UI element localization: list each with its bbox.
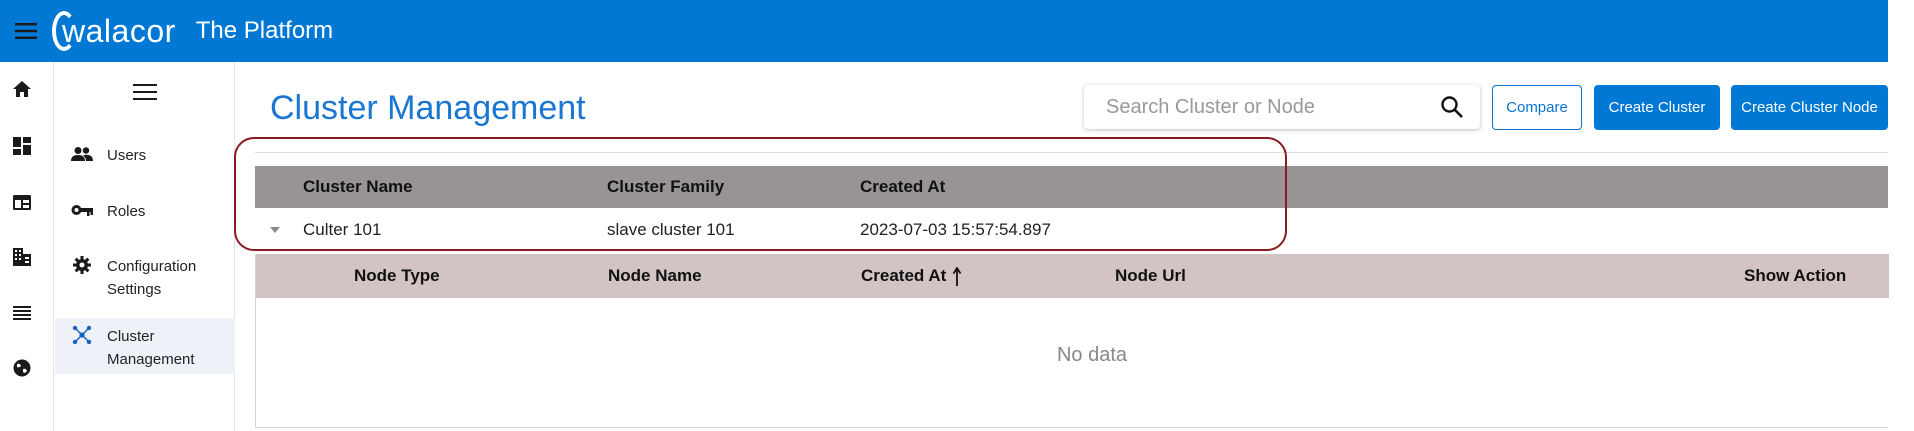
web-icon [13, 194, 31, 210]
rail-item-dashboard[interactable] [11, 135, 33, 157]
sidebar-item-label: Users [107, 147, 147, 164]
column-header-created-at[interactable]: Created At [860, 166, 945, 208]
search-box [1084, 85, 1480, 129]
hamburger-icon [15, 23, 37, 39]
page-title: Cluster Management [270, 89, 586, 127]
sidebar-item-users[interactable]: Users [55, 144, 235, 178]
main-menu-button[interactable] [0, 0, 52, 62]
node-table: Node Type Node Name Created At Node Url … [255, 254, 1889, 428]
search-input[interactable] [1106, 95, 1426, 119]
business-icon [13, 248, 31, 266]
search-icon[interactable] [1440, 95, 1464, 119]
cluster-icon [69, 325, 95, 345]
cell-created-at: 2023-07-03 15:57:54.897 [860, 220, 1051, 239]
globe-icon [13, 359, 31, 377]
home-icon [13, 81, 31, 97]
rail-item-globe[interactable] [11, 357, 33, 379]
rail-item-business[interactable] [11, 246, 33, 268]
sidebar-item-roles[interactable]: Roles [55, 200, 235, 234]
header-divider [255, 152, 1888, 153]
column-header-cluster-name[interactable]: Cluster Name [303, 166, 413, 208]
column-header-label: Created At [861, 266, 947, 285]
cell-cluster-name: Culter 101 [303, 220, 382, 239]
sidebar: Users Roles Configuration Settings Clust… [55, 62, 235, 431]
rail-item-list[interactable] [11, 302, 33, 324]
dashboard-icon [13, 137, 31, 155]
top-bar: walacor The Platform [0, 0, 1888, 62]
app-root: walacor The Platform Users Roles Configu… [0, 0, 1914, 431]
hamburger-icon [133, 84, 157, 100]
column-header-node-type[interactable]: Node Type [354, 254, 440, 298]
sidebar-item-label: Roles [107, 203, 146, 220]
column-header-node-created-at[interactable]: Created At [861, 254, 962, 298]
sort-up-arrow-icon[interactable] [952, 266, 962, 287]
table-row[interactable]: Culter 101 slave cluster 101 2023-07-03 … [255, 208, 1888, 252]
users-icon [69, 144, 95, 164]
column-header-node-url[interactable]: Node Url [1115, 254, 1186, 298]
gear-icon [69, 255, 95, 275]
sidebar-item-configuration-settings[interactable]: Configuration Settings [55, 255, 235, 311]
rail-item-web[interactable] [11, 191, 33, 213]
key-icon [69, 200, 95, 220]
column-header-node-name[interactable]: Node Name [608, 254, 702, 298]
column-header-cluster-family[interactable]: Cluster Family [607, 166, 724, 208]
node-table-header: Node Type Node Name Created At Node Url … [256, 254, 1889, 298]
logo-text: walacor [62, 13, 176, 49]
compare-button[interactable]: Compare [1492, 85, 1582, 130]
sidebar-item-label: Configuration Settings [107, 258, 197, 298]
cluster-table-header: Cluster Name Cluster Family Created At [255, 166, 1888, 208]
column-header-show-action[interactable]: Show Action [1744, 254, 1846, 298]
sidebar-toggle-button[interactable] [132, 82, 158, 102]
cell-cluster-family: slave cluster 101 [607, 220, 735, 239]
icon-rail [0, 62, 54, 431]
sidebar-item-label: Cluster Management [107, 328, 195, 368]
list-icon [13, 306, 31, 320]
caret-down-icon[interactable] [269, 224, 281, 236]
empty-state-text: No data [1056, 344, 1128, 366]
sidebar-item-cluster-management[interactable]: Cluster Management [55, 318, 235, 374]
brand[interactable]: walacor The Platform [52, 0, 333, 62]
rail-item-home[interactable] [11, 78, 33, 100]
create-cluster-button[interactable]: Create Cluster [1594, 85, 1720, 130]
platform-title: The Platform [195, 17, 334, 44]
create-cluster-node-button[interactable]: Create Cluster Node [1731, 85, 1888, 130]
